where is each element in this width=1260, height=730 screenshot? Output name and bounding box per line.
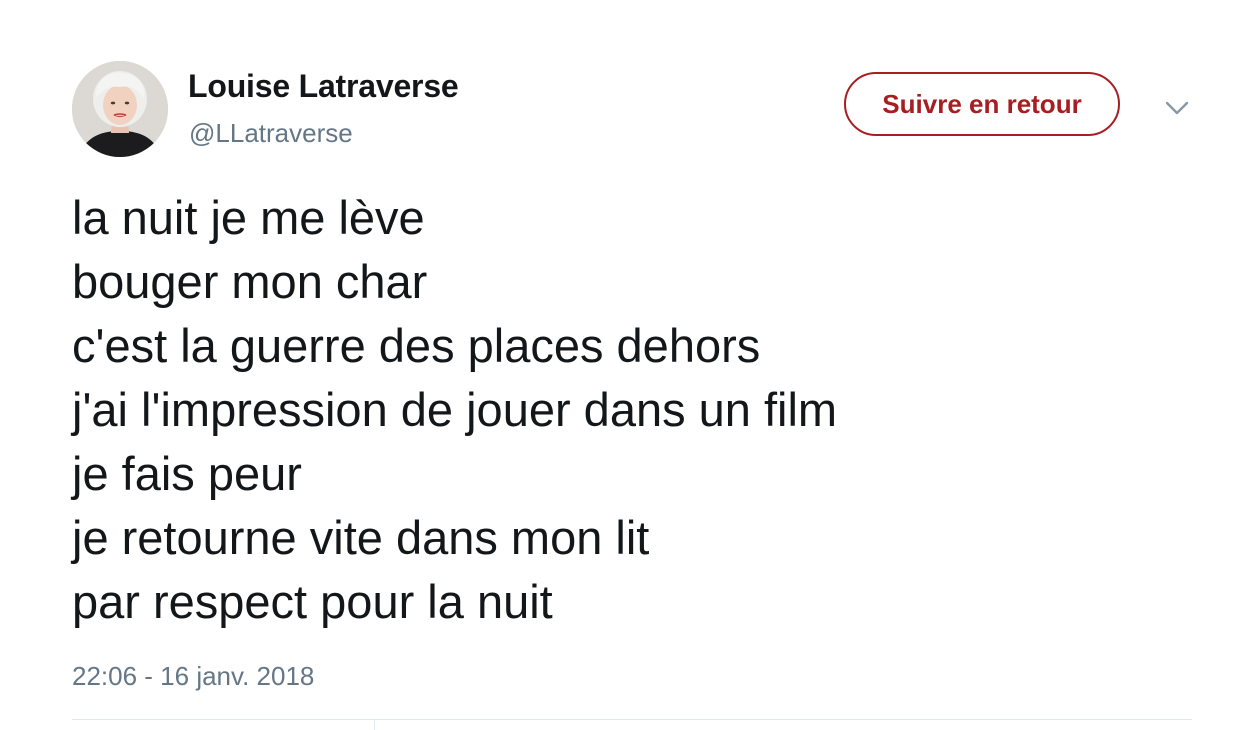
- tweet-text-line: j'ai l'impression de jouer dans un film: [72, 383, 838, 436]
- divider: [72, 719, 1192, 720]
- tweet-text-line: par respect pour la nuit: [72, 575, 553, 628]
- tweet-text-line: bouger mon char: [72, 255, 428, 308]
- tweet-text: la nuit je me lève bouger mon char c'est…: [72, 186, 837, 634]
- tweet-card: Louise Latraverse @LLatraverse Suivre en…: [0, 0, 1260, 730]
- tweet-text-line: je fais peur: [72, 447, 302, 500]
- profile-photo-icon: [72, 61, 168, 157]
- tweet-timestamp[interactable]: 22:06 - 16 janv. 2018: [72, 661, 314, 692]
- author-display-name[interactable]: Louise Latraverse: [188, 68, 459, 105]
- follow-back-button[interactable]: Suivre en retour: [844, 72, 1120, 136]
- tweet-text-line: la nuit je me lève: [72, 191, 425, 244]
- tweet-text-line: je retourne vite dans mon lit: [72, 511, 650, 564]
- author-handle[interactable]: @LLatraverse: [189, 118, 353, 149]
- divider: [374, 719, 375, 730]
- tweet-text-line: c'est la guerre des places dehors: [72, 319, 761, 372]
- avatar[interactable]: [72, 61, 168, 157]
- chevron-down-icon[interactable]: [1163, 98, 1191, 118]
